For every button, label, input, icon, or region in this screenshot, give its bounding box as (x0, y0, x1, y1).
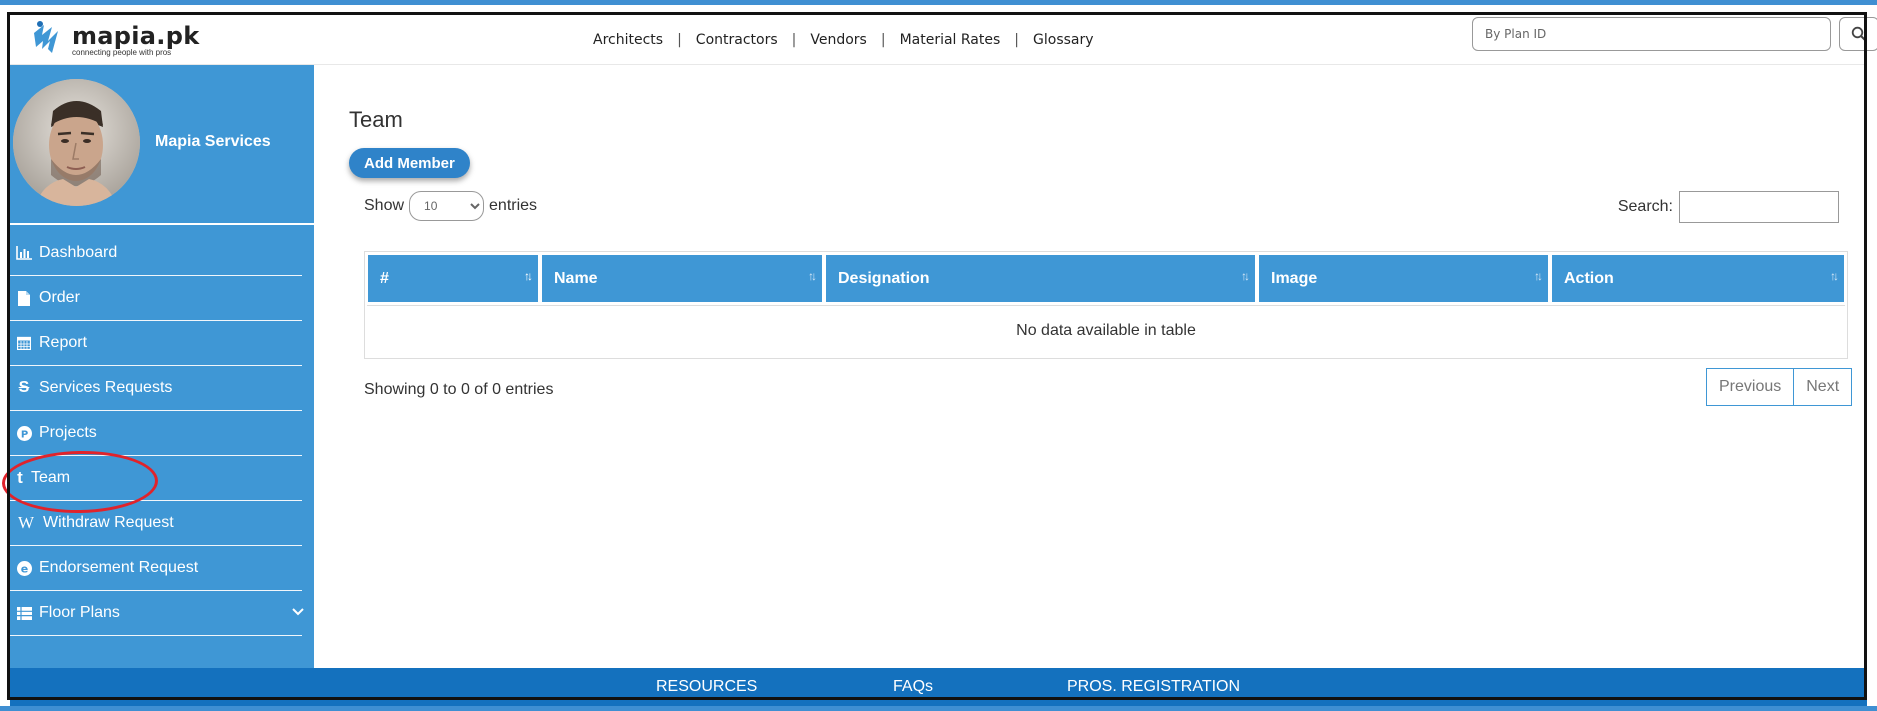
sort-ascending-icon: ↑↓ (524, 269, 533, 283)
sidebar-item-services-requests[interactable]: S Services Requests (10, 366, 302, 411)
table-info: Showing 0 to 0 of 0 entries (364, 381, 554, 398)
sidebar-item-report[interactable]: Report (10, 321, 302, 366)
svg-text:e: e (20, 562, 27, 575)
sidebar-item-floor-plans[interactable]: Floor Plans (10, 591, 304, 636)
next-page-button[interactable]: Next (1793, 369, 1852, 405)
footer-link-resources[interactable]: RESOURCES (656, 678, 757, 696)
column-label: # (380, 269, 389, 287)
page-title: Team (349, 107, 403, 132)
sidebar-item-withdraw-request[interactable]: W Withdraw Request (10, 501, 302, 546)
nav-separator: | (880, 32, 886, 48)
nav-link-glossary[interactable]: Glossary (1033, 32, 1094, 48)
bar-chart-icon (13, 246, 35, 260)
avatar-portrait-icon (13, 79, 140, 206)
column-label: Name (554, 269, 598, 287)
sidebar-item-label: Dashboard (39, 244, 118, 261)
footer-link-pros-registration[interactable]: PROS. REGISTRATION (1067, 678, 1240, 696)
sidebar: Mapia Services Dashboard Order Report S … (10, 65, 314, 668)
sidebar-item-label: Order (39, 289, 80, 306)
nav-link-architects[interactable]: Architects (593, 32, 663, 48)
footer-link-faqs[interactable]: FAQs (893, 678, 933, 696)
previous-page-button[interactable]: Previous (1707, 369, 1794, 405)
sidebar-item-team[interactable]: t Team (10, 456, 302, 501)
nav-separator: | (1014, 32, 1020, 48)
side-menu: Dashboard Order Report S Services Reques… (10, 225, 304, 636)
logo-tagline: connecting people with pros (72, 47, 172, 57)
sidebar-item-label: Projects (39, 424, 97, 441)
calendar-icon (13, 336, 35, 350)
empty-table-message: No data available in table (367, 305, 1845, 356)
show-label: Show (364, 197, 405, 214)
search-button[interactable] (1839, 17, 1877, 51)
logo-mark-icon (34, 21, 58, 53)
entries-label: entries (489, 197, 538, 214)
pagination: Previous Next (1706, 368, 1853, 406)
sidebar-item-label: Endorsement Request (39, 559, 199, 576)
sidebar-item-dashboard[interactable]: Dashboard (10, 231, 302, 276)
logo-title: mapia.pk (72, 21, 200, 50)
profile-card: Mapia Services (10, 65, 314, 225)
show-entries: Show 10 entries (364, 191, 537, 221)
top-nav: Architects | Contractors | Vendors | Mat… (593, 15, 1094, 65)
table-search-input[interactable] (1679, 191, 1839, 223)
sidebar-item-label: Floor Plans (39, 604, 120, 621)
column-label: Image (1271, 269, 1318, 287)
sidebar-item-projects[interactable]: P Projects (10, 411, 302, 456)
column-header-image[interactable]: Image ↑↓ (1258, 254, 1549, 303)
profile-name: Mapia Services (155, 133, 271, 150)
column-header-designation[interactable]: Designation ↑↓ (825, 254, 1256, 303)
team-table: # ↑↓ Name ↑↓ Designation ↑↓ Image ↑↓ Act… (364, 251, 1848, 359)
nav-separator: | (677, 32, 682, 48)
logo[interactable]: mapia.pk connecting people with pros (28, 15, 199, 65)
sort-icon: ↑↓ (808, 269, 817, 283)
column-header-number[interactable]: # ↑↓ (367, 254, 539, 303)
nav-link-vendors[interactable]: Vendors (810, 32, 866, 48)
sidebar-item-label: Report (39, 334, 88, 351)
nav-link-material-rates[interactable]: Material Rates (900, 32, 1001, 48)
p-circle-icon: P (13, 425, 35, 441)
entries-select[interactable]: 10 (409, 191, 485, 221)
plan-id-search-input[interactable] (1472, 17, 1831, 51)
file-icon (13, 290, 35, 306)
svg-text:P: P (20, 429, 27, 440)
sidebar-item-order[interactable]: Order (10, 276, 302, 321)
table-header-row: # ↑↓ Name ↑↓ Designation ↑↓ Image ↑↓ Act… (367, 254, 1845, 303)
add-member-button[interactable]: Add Member (349, 148, 470, 178)
sidebar-item-label: Withdraw Request (43, 514, 174, 531)
search-icon (1851, 26, 1867, 42)
sort-icon: ↑↓ (1534, 269, 1543, 283)
chevron-down-icon[interactable] (292, 603, 304, 621)
avatar (13, 79, 140, 206)
table-icon (13, 606, 35, 620)
sort-icon: ↑↓ (1830, 269, 1839, 283)
nav-link-contractors[interactable]: Contractors (696, 32, 778, 48)
site-header: mapia.pk connecting people with pros Arc… (10, 15, 1877, 65)
strike-s-icon: S (18, 379, 30, 396)
sidebar-item-label: Services Requests (39, 379, 173, 396)
column-header-action[interactable]: Action ↑↓ (1551, 254, 1845, 303)
sort-icon: ↑↓ (1241, 269, 1250, 283)
nav-separator: | (791, 32, 797, 48)
column-label: Designation (838, 269, 930, 287)
sidebar-item-endorsement-request[interactable]: e Endorsement Request (10, 546, 302, 591)
t-letter-icon: t (17, 468, 23, 487)
table-search: Search: (1618, 191, 1839, 223)
column-label: Action (1564, 269, 1614, 287)
e-circle-icon: e (13, 560, 35, 576)
table-row: No data available in table (367, 305, 1845, 356)
site-footer: RESOURCES FAQs PROS. REGISTRATION (10, 668, 1867, 706)
w-letter-icon: W (17, 513, 35, 532)
search-label: Search: (1617, 198, 1673, 215)
column-header-name[interactable]: Name ↑↓ (541, 254, 823, 303)
main-content: Team Add Member Show 10 entries Search: … (314, 65, 1867, 668)
sidebar-item-label: Team (31, 469, 71, 486)
